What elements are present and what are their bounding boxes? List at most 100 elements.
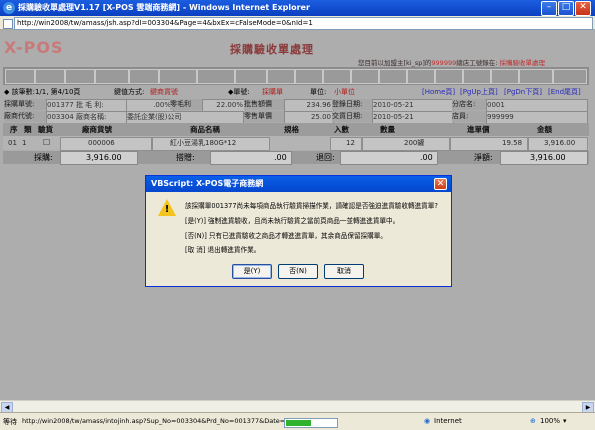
col-pack: 入數 [334,125,349,134]
address-input[interactable]: http://win2008/tw/amass/jsh.asp?dI=00330… [14,17,593,30]
dialog-message-line-4: [取 消] 退出轉進貨作業。 [185,246,261,254]
toolbar-tab[interactable] [65,69,95,84]
row-price[interactable]: 19.58 [502,138,522,148]
record-status-row: ◆ 該筆數:1/1, 第4/10頁 鍵值方式: 鍵商貨號 ◆單號: 採購單 單位… [4,87,590,98]
yes-button[interactable]: 是(Y) [232,264,272,279]
page-icon [3,19,13,29]
maximize-button[interactable]: □ [558,1,574,16]
toolbar-tab[interactable] [159,69,197,84]
toolbar-tab[interactable] [435,69,463,84]
toolbar-tab[interactable] [407,69,435,84]
row-pack: 12 [346,139,355,147]
col-type: 類 [24,125,32,134]
zoom-dropdown-icon[interactable]: ▾ [563,417,567,425]
minimize-button[interactable]: – [541,1,557,16]
notice-mid: 總店工號錄在: [456,59,500,67]
col-price: 進單價 [467,125,490,134]
horizontal-scrollbar[interactable]: ◀ ▶ [0,400,595,414]
toolbar-tab[interactable] [267,69,295,84]
cancel-button[interactable]: 取消 [324,264,364,279]
row-vendor-code: 000006 [88,139,115,147]
clerk-label: 店員: [452,111,486,122]
nav-pgdn[interactable]: [PgDn下頁] [504,87,542,97]
retail-price-label: 零售單價 [244,111,284,122]
loading-progress-fill [286,420,311,426]
zoom-icon[interactable]: ⊕ [530,417,536,425]
page-title: 採購驗收單處理 [230,43,314,56]
browser-statusbar: 等待 http://win2008/tw/amass/intojinh.asp?… [0,412,595,430]
nav-end[interactable]: [End尾頁] [548,87,581,97]
key-mode-label: 鍵值方式: [114,88,145,96]
unit-label: 單位: [310,88,327,96]
toolbar-tab[interactable] [491,69,519,84]
close-window-button[interactable]: ✕ [575,1,591,16]
toolbar-tab[interactable] [235,69,267,84]
purchase-total-value: 3,916.00 [86,153,122,162]
zoom-level[interactable]: 100% [540,417,560,425]
toolbar-tab[interactable] [553,69,587,84]
toolbar-tab[interactable] [379,69,407,84]
toolbar-tab[interactable] [95,69,129,84]
unit-value[interactable]: 小單位 [334,87,355,97]
brand-logo: X-POS [4,38,64,57]
vendor-code-label: 廠商代號: [4,111,46,122]
notice-link[interactable]: 採購驗收單處理 [500,59,546,67]
row-qty[interactable]: 200罐 [404,138,424,148]
return-total-label: 退回: [316,153,335,162]
return-total-value: .00 [420,153,433,162]
po-number-label: 採購單號: [4,99,46,110]
toolbar-tab[interactable] [351,69,379,84]
col-product-name: 商品名稱 [190,125,220,134]
toolbar [3,67,589,85]
window-title: 採購驗收單處理V1.17 [X-POS 雲端商務網] - Windows Int… [18,3,310,12]
delivery-date-label: 交貨日期: [332,111,372,122]
ie-logo-icon: e [3,2,15,14]
notice-prefix: 您目前以加盟主[ki_sp]的 [358,59,432,67]
row-type: 1 [22,139,27,147]
row-checked-checkbox[interactable]: ☐ [43,138,50,148]
branch-label: 分店名: [452,99,486,110]
dialog-message-line-2: [是(Y)] 強制進貨驗收，且尚未執行驗貨之當前頁商品一並轉進進貨單中。 [185,217,400,225]
zero-margin-label: 零毛利 [170,99,202,110]
toolbar-tab[interactable] [5,69,35,84]
entry-date-label: 登錄日期: [332,99,372,110]
zone-label: Internet [434,417,462,425]
toolbar-tab[interactable] [35,69,65,84]
toolbar-tab[interactable] [129,69,159,84]
dialog-message-line-1: 該採購單001377尚未每項商品執行驗貨掃描作業，請確認是否強迫進貨驗收轉進貨單… [185,202,438,210]
col-checked: 驗貨 [38,125,53,134]
notice-store-id: 999999 [431,59,457,67]
status-label: 等待 [3,418,17,426]
loading-progress [284,418,338,428]
col-qty: 數量 [380,125,395,134]
key-mode-value[interactable]: 鍵商貨號 [150,87,178,97]
col-amount: 金額 [537,125,552,134]
discount-total-value: .00 [274,153,287,162]
toolbar-tab[interactable] [197,69,235,84]
purchase-total-label: 採購: [34,153,53,162]
net-total-value: 3,916.00 [530,153,566,162]
doc-type-value[interactable]: 採購單 [262,87,283,97]
toolbar-tab[interactable] [519,69,553,84]
dialog-title: VBScript: X-POS電子商務網 [146,176,451,192]
col-seq: 序 [10,125,18,134]
row-product-name: 紅小豆湯乳180G*12 [170,139,237,147]
toolbar-tab[interactable] [463,69,491,84]
dialog-close-icon[interactable]: ✕ [434,178,447,190]
address-bar: http://win2008/tw/amass/jsh.asp?dI=00330… [0,16,595,30]
col-spec: 規格 [284,125,299,134]
warning-exclamation: ! [164,204,170,215]
wholesale-price-label: 批售額價 [244,99,284,110]
discount-total-label: 搭贈: [176,153,195,162]
no-button[interactable]: 否(N) [278,264,318,279]
doc-type-label: ◆單號: [228,88,250,96]
globe-icon: ◉ [424,417,431,425]
nav-pgup[interactable]: [PgUp上頁] [460,87,498,97]
row-amount: 3,916.00 [544,139,576,147]
toolbar-tab[interactable] [295,69,323,84]
nav-home[interactable]: [Home頁] [422,87,455,97]
col-vendor-code: 廠商貨號 [82,125,112,134]
toolbar-tab[interactable] [323,69,351,84]
net-total-label: 淨額: [474,153,493,162]
window-titlebar: e 採購驗收單處理V1.17 [X-POS 雲端商務網] - Windows I… [0,0,595,16]
